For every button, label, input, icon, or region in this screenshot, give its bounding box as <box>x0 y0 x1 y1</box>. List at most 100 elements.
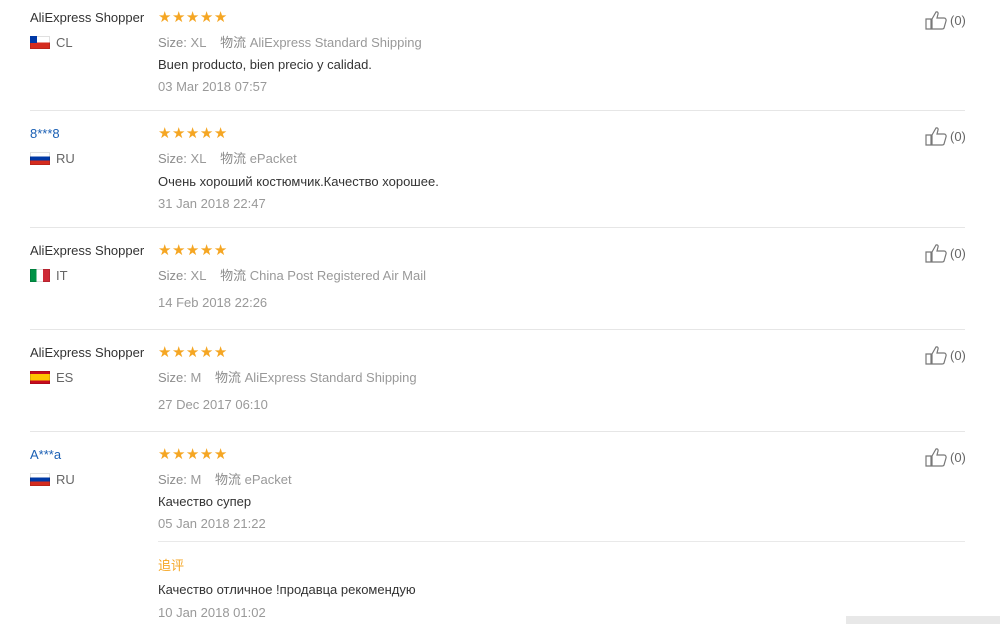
rating-stars: ★ ★ ★ ★ ★ <box>158 126 228 141</box>
shipping-value: AliExpress Standard Shipping <box>244 370 417 385</box>
star-icon: ★ <box>171 9 186 26</box>
order-attributes: Size: XL 物流 ePacket <box>158 148 307 167</box>
review-comment: Очень хороший костюмчик.Качество хорошее… <box>158 174 439 189</box>
helpful-button[interactable]: (0) <box>924 10 966 30</box>
size-value: XL <box>190 151 207 166</box>
star-icon: ★ <box>171 344 186 361</box>
star-icon: ★ <box>199 242 214 259</box>
size-label: Size: <box>158 35 187 50</box>
size-label: Size: <box>158 151 187 166</box>
review-date: 03 Mar 2018 07:57 <box>158 79 268 94</box>
country-code: RU <box>56 151 75 166</box>
star-icon: ★ <box>213 242 228 259</box>
reviewer-country: CL <box>30 35 73 50</box>
spain-flag-icon <box>30 371 50 384</box>
russia-flag-icon <box>30 473 50 486</box>
helpful-button[interactable]: (0) <box>924 447 966 467</box>
helpful-count: (0) <box>950 12 966 28</box>
reviewer-country: RU <box>30 151 75 166</box>
star-icon: ★ <box>185 242 200 259</box>
logistics-label: 物流 <box>220 151 247 166</box>
chile-flag-icon <box>30 36 50 49</box>
helpful-button[interactable]: (0) <box>924 126 966 146</box>
followup-label: 追评 <box>158 558 185 573</box>
reviewer-name[interactable]: 8***8 <box>30 126 60 141</box>
helpful-button[interactable]: (0) <box>924 345 966 365</box>
star-icon: ★ <box>158 125 172 142</box>
star-icon: ★ <box>171 446 186 463</box>
rating-stars: ★ ★ ★ ★ ★ <box>158 10 228 25</box>
review-divider <box>30 431 965 432</box>
shipping-value: ePacket <box>249 151 297 166</box>
thumbs-up-icon <box>925 346 947 365</box>
reviewer-name: AliExpress Shopper <box>30 345 145 360</box>
review-divider <box>30 110 965 111</box>
order-attributes: Size: M 物流 AliExpress Standard Shipping <box>158 367 427 386</box>
star-icon: ★ <box>171 242 186 259</box>
review-date: 05 Jan 2018 21:22 <box>158 516 266 531</box>
size-label: Size: <box>158 268 187 283</box>
star-icon: ★ <box>185 344 200 361</box>
followup-date: 10 Jan 2018 01:02 <box>158 605 266 620</box>
shipping-value: ePacket <box>244 472 292 487</box>
thumbs-up-icon <box>925 127 947 146</box>
star-icon: ★ <box>185 125 200 142</box>
star-icon: ★ <box>158 242 172 259</box>
review-comment: Buen producto, bien precio y calidad. <box>158 57 372 72</box>
star-icon: ★ <box>185 446 200 463</box>
review-date: 14 Feb 2018 22:26 <box>158 295 268 310</box>
reviewer-name[interactable]: A***a <box>30 447 61 462</box>
country-code: CL <box>56 35 73 50</box>
logistics-label: 物流 <box>215 370 242 385</box>
reviewer-country: RU <box>30 472 75 487</box>
thumbs-up-icon <box>925 448 947 467</box>
size-value: XL <box>190 35 207 50</box>
size-label: Size: <box>158 472 187 487</box>
size-value: XL <box>190 268 207 283</box>
country-code: RU <box>56 472 75 487</box>
helpful-count: (0) <box>950 128 966 144</box>
star-icon: ★ <box>213 344 228 361</box>
logistics-label: 物流 <box>220 268 247 283</box>
helpful-button[interactable]: (0) <box>924 243 966 263</box>
star-icon: ★ <box>213 125 228 142</box>
review-date: 27 Dec 2017 06:10 <box>158 397 268 412</box>
star-icon: ★ <box>199 344 214 361</box>
scroll-indicator <box>846 616 1000 624</box>
order-attributes: Size: XL 物流 AliExpress Standard Shipping <box>158 32 432 51</box>
reviewer-country: IT <box>30 268 68 283</box>
star-icon: ★ <box>185 9 200 26</box>
star-icon: ★ <box>158 9 172 26</box>
country-code: IT <box>56 268 68 283</box>
star-icon: ★ <box>213 9 228 26</box>
helpful-count: (0) <box>950 347 966 363</box>
country-code: ES <box>56 370 74 385</box>
shipping-value: AliExpress Standard Shipping <box>249 35 422 50</box>
size-value: M <box>190 370 202 385</box>
thumbs-up-icon <box>925 244 947 263</box>
star-icon: ★ <box>199 9 214 26</box>
size-label: Size: <box>158 370 187 385</box>
order-attributes: Size: M 物流 ePacket <box>158 469 302 488</box>
helpful-count: (0) <box>950 245 966 261</box>
star-icon: ★ <box>199 446 214 463</box>
russia-flag-icon <box>30 152 50 165</box>
star-icon: ★ <box>171 125 186 142</box>
star-icon: ★ <box>199 125 214 142</box>
shipping-value: China Post Registered Air Mail <box>249 268 427 283</box>
italy-flag-icon <box>30 269 50 282</box>
order-attributes: Size: XL 物流 China Post Registered Air Ma… <box>158 265 436 284</box>
logistics-label: 物流 <box>215 472 242 487</box>
logistics-label: 物流 <box>220 35 247 50</box>
followup-comment: Качество отличное !продавца рекомендую <box>158 582 416 597</box>
reviewer-name: AliExpress Shopper <box>30 243 145 258</box>
review-divider <box>30 329 965 330</box>
helpful-count: (0) <box>950 449 966 465</box>
review-date: 31 Jan 2018 22:47 <box>158 196 266 211</box>
rating-stars: ★ ★ ★ ★ ★ <box>158 243 228 258</box>
review-comment: Качество супер <box>158 494 252 509</box>
star-icon: ★ <box>158 446 172 463</box>
reviewer-country: ES <box>30 370 73 385</box>
review-divider <box>30 227 965 228</box>
star-icon: ★ <box>213 446 228 463</box>
